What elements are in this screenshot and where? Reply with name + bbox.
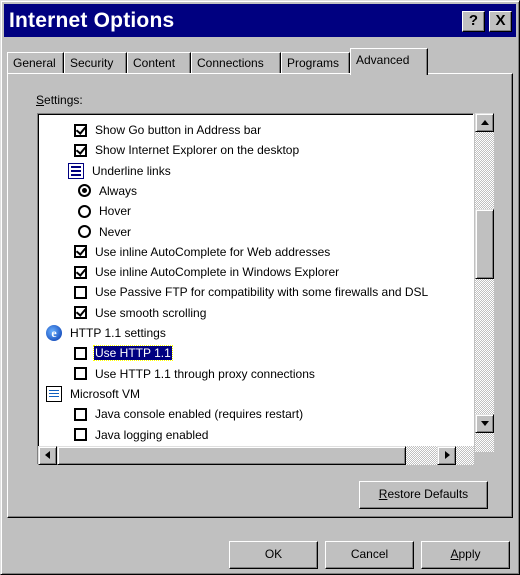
settings-item-label: Use Passive FTP for compatibility with s… (95, 285, 429, 300)
tab-content[interactable]: Content (127, 52, 191, 74)
radio-button[interactable] (78, 225, 91, 238)
checkbox[interactable] (74, 346, 87, 360)
settings-item-label: Use smooth scrolling (95, 305, 207, 320)
restore-defaults-button[interactable]: Restore Defaults (359, 481, 488, 509)
horizontal-scrollbar[interactable] (38, 446, 474, 465)
checkbox[interactable] (74, 123, 87, 137)
settings-item-label: Underline links (92, 163, 171, 178)
settings-radio-option[interactable]: Hover (78, 201, 131, 221)
settings-item-label: Java console enabled (requires restart) (95, 407, 304, 422)
underline-links-icon (68, 162, 84, 179)
scroll-down-button[interactable] (475, 414, 494, 433)
horizontal-scroll-thumb[interactable] (57, 446, 406, 465)
settings-checkbox-option[interactable]: Java logging enabled (74, 425, 208, 445)
scroll-left-button[interactable] (38, 446, 57, 465)
settings-checkbox-option[interactable]: Show Go button in Address bar (74, 120, 261, 140)
right-arrow-icon (445, 451, 450, 459)
tab-security[interactable]: Security (64, 52, 127, 74)
settings-item-label: Use HTTP 1.1 (93, 345, 173, 362)
settings-item-label: Hover (99, 204, 132, 219)
settings-checkbox-option[interactable]: Use inline AutoComplete in Windows Explo… (74, 262, 339, 282)
ok-button[interactable]: OK (229, 541, 318, 569)
settings-group: Microsoft VM (46, 384, 140, 404)
settings-item-label: Use inline AutoComplete in Windows Explo… (95, 265, 340, 280)
tab-strip: General Security Content Connections Pro… (7, 48, 513, 75)
cancel-button[interactable]: Cancel (325, 541, 414, 569)
settings-group: e HTTP 1.1 settings (46, 323, 166, 343)
settings-checkbox-option[interactable]: Use smooth scrolling (74, 303, 206, 323)
settings-item-label: HTTP 1.1 settings (70, 326, 166, 340)
settings-item-label: Microsoft VM (70, 386, 141, 401)
vertical-scrollbar[interactable] (475, 113, 494, 452)
down-arrow-icon (481, 421, 489, 426)
settings-item-label: Show Internet Explorer on the desktop (95, 143, 300, 158)
settings-item-label: Show Go button in Address bar (95, 123, 262, 137)
settings-label: Settings: (36, 93, 83, 107)
tab-advanced[interactable]: Advanced (350, 48, 428, 75)
tab-programs[interactable]: Programs (281, 52, 350, 74)
settings-item-label: Use inline AutoComplete for Web addresse… (95, 244, 331, 259)
settings-radio-option[interactable]: Never (78, 222, 131, 242)
help-button[interactable]: ? (462, 11, 485, 32)
tab-general[interactable]: General (7, 52, 64, 74)
window-title: Internet Options (9, 8, 175, 32)
tab-connections[interactable]: Connections (191, 52, 281, 74)
scroll-right-button[interactable] (437, 446, 456, 465)
up-arrow-icon (481, 120, 489, 125)
settings-checkbox-option[interactable]: Use inline AutoComplete for Web addresse… (74, 242, 330, 262)
microsoft-vm-icon (46, 385, 62, 402)
settings-checkbox-option[interactable]: Show Internet Explorer on the desktop (74, 140, 299, 160)
title-bar[interactable]: Internet Options ? X (4, 4, 516, 37)
settings-checkbox-option[interactable]: Use Passive FTP for compatibility with s… (74, 282, 428, 302)
radio-button[interactable] (78, 184, 91, 198)
checkbox[interactable] (74, 143, 87, 157)
checkbox[interactable] (74, 245, 87, 259)
vertical-scroll-thumb[interactable] (475, 209, 494, 279)
checkbox[interactable] (74, 428, 87, 441)
scroll-up-button[interactable] (475, 113, 494, 132)
settings-checkbox-option[interactable]: Java console enabled (requires restart) (74, 404, 303, 424)
settings-item-label: Never (99, 224, 132, 239)
checkbox[interactable] (74, 285, 87, 299)
settings-checkbox-option[interactable]: Use HTTP 1.1 through proxy connections (74, 364, 315, 384)
settings-group: Underline links (68, 161, 171, 181)
checkbox[interactable] (74, 265, 87, 279)
close-button[interactable]: X (489, 11, 512, 32)
settings-item-label: Java logging enabled (95, 427, 209, 442)
checkbox[interactable] (74, 367, 87, 381)
radio-button[interactable] (78, 204, 91, 218)
settings-item-label: Use HTTP 1.1 through proxy connections (95, 366, 315, 381)
internet-explorer-icon: e (46, 325, 62, 341)
settings-radio-option[interactable]: Always (78, 181, 137, 201)
settings-item-label: Always (99, 183, 138, 198)
left-arrow-icon (45, 451, 50, 459)
checkbox[interactable] (74, 407, 87, 421)
settings-list[interactable]: Show Go button in Address bar Show Intern… (37, 113, 474, 465)
apply-button[interactable]: Apply (421, 541, 510, 569)
settings-checkbox-option[interactable]: Use HTTP 1.1 (74, 343, 173, 363)
checkbox[interactable] (74, 306, 87, 320)
